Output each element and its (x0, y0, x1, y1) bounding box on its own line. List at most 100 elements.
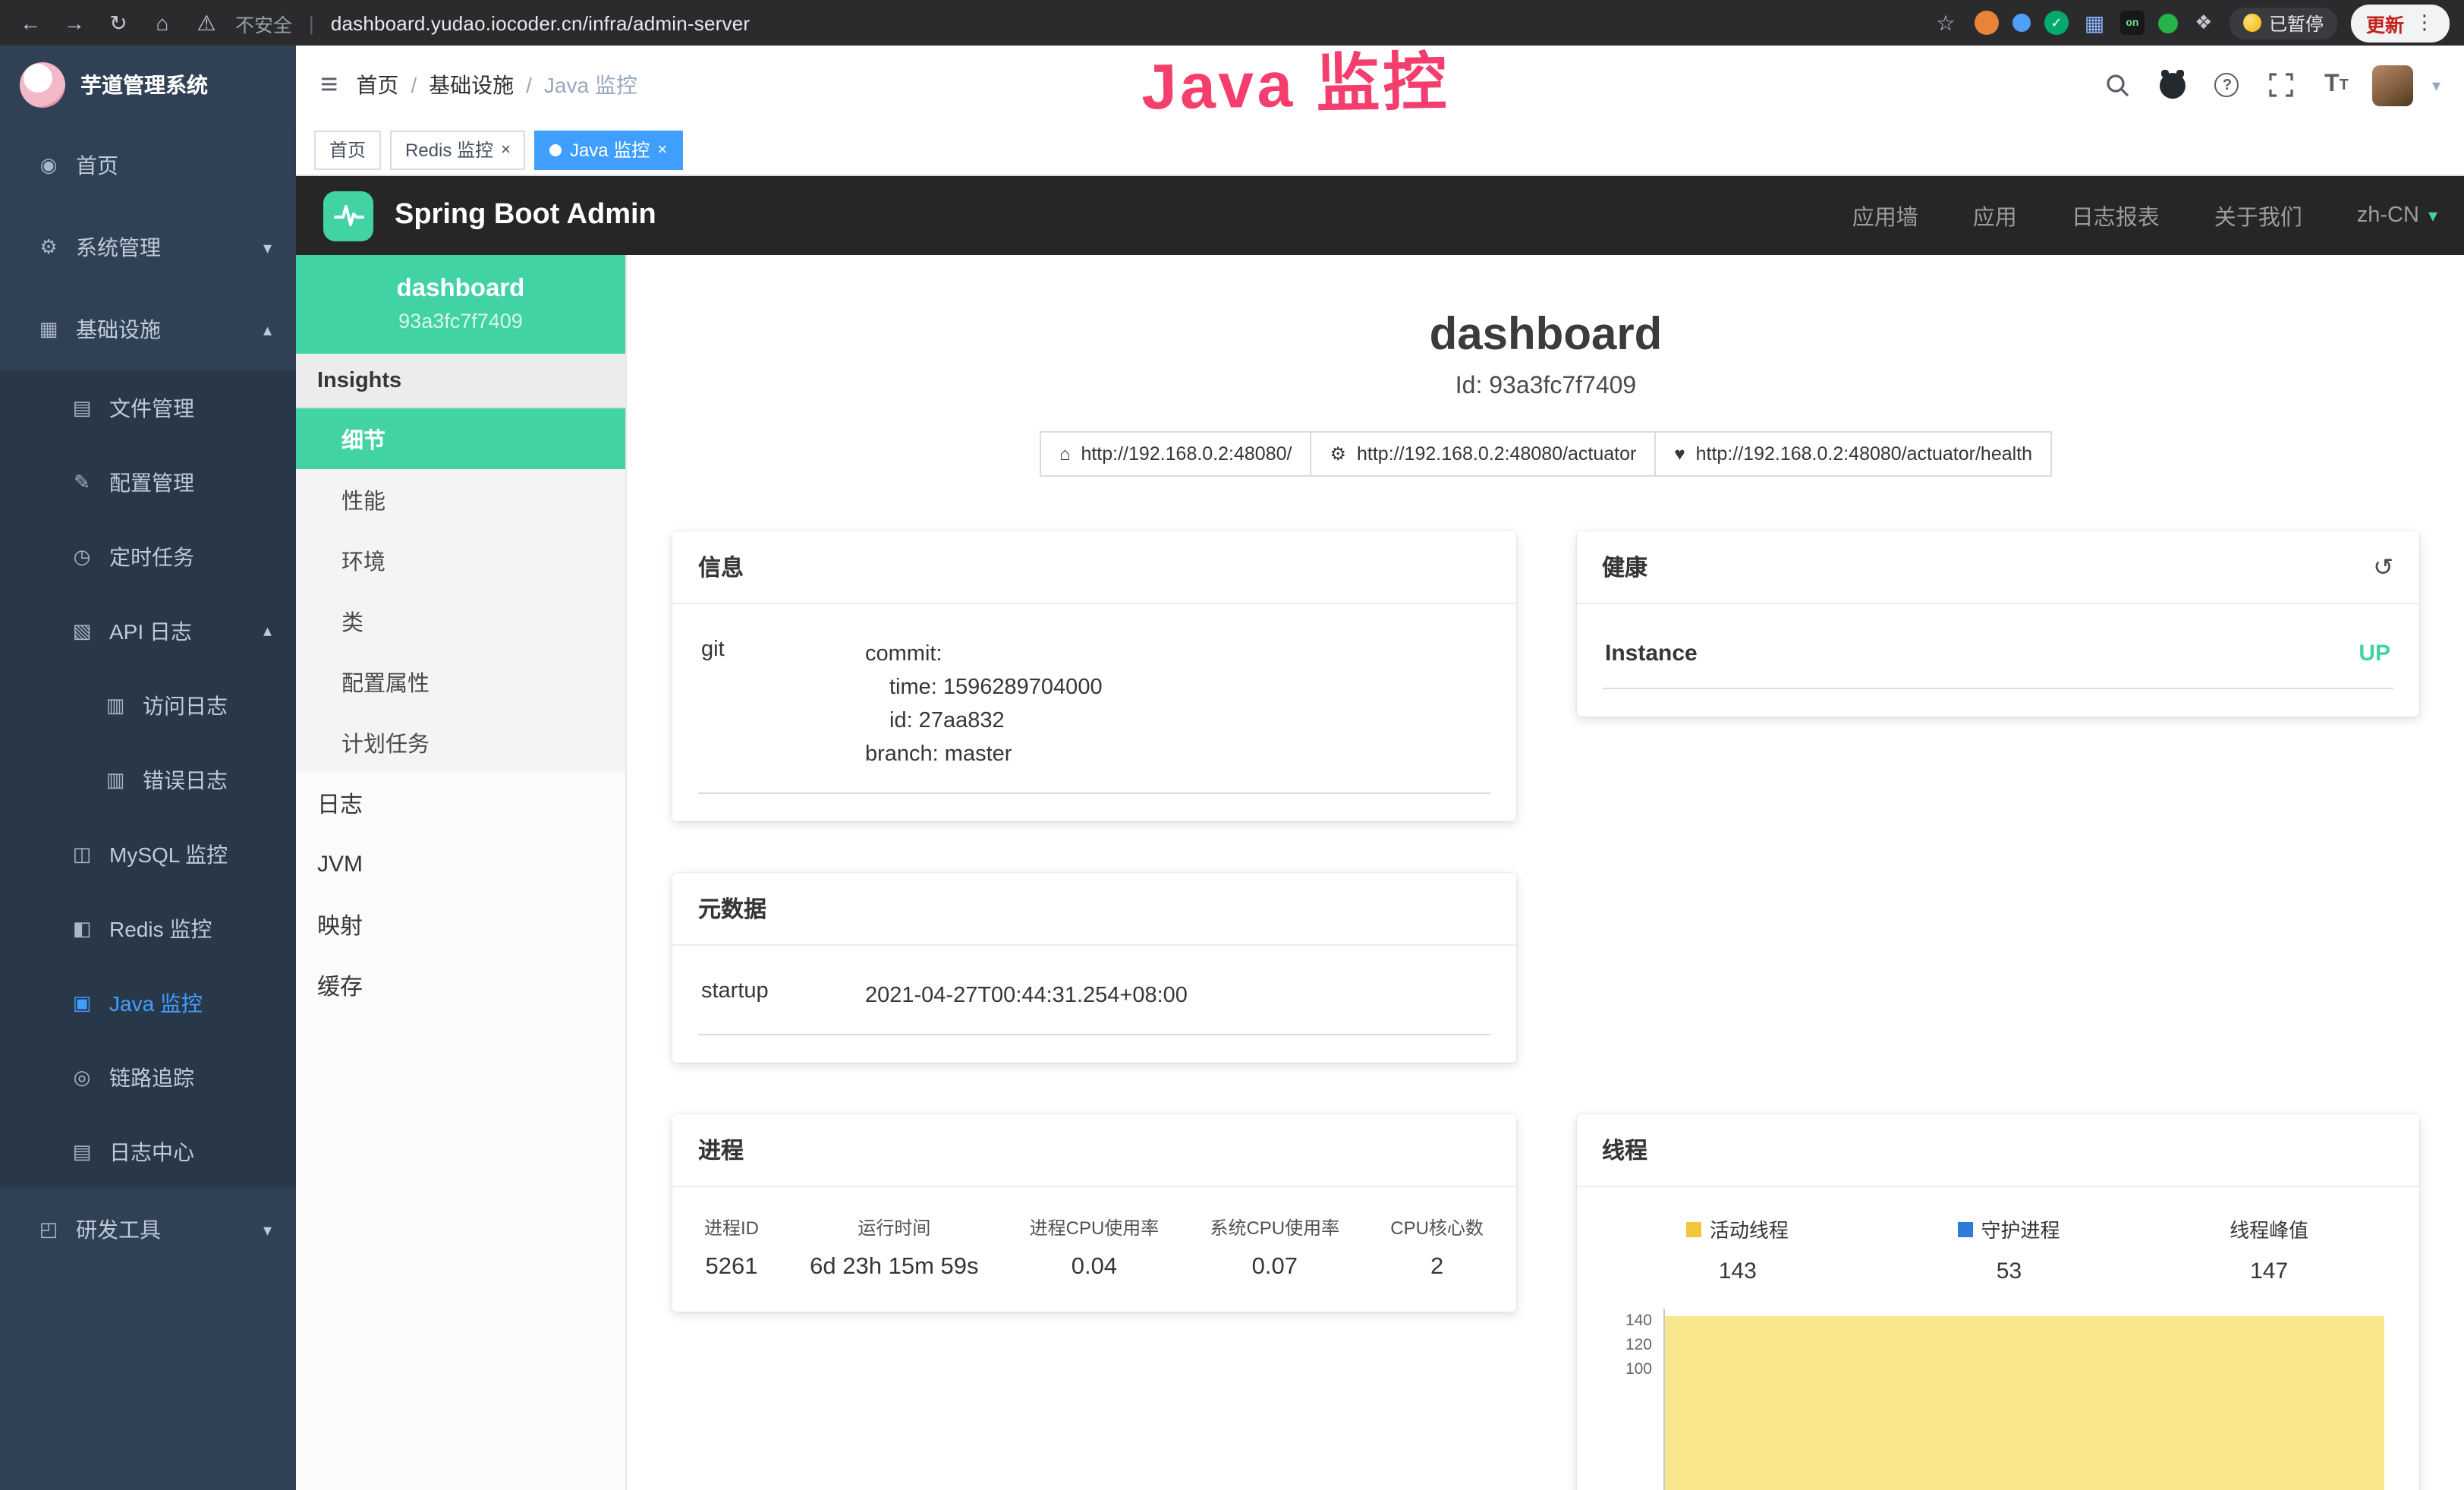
update-button[interactable]: 更新 ⋮ (2351, 4, 2450, 42)
database-icon: ◫ (70, 842, 94, 866)
metric-label: 进程CPU使用率 (1030, 1214, 1160, 1240)
sba-menu-logs[interactable]: 日志 (296, 773, 625, 833)
address-divider: | (309, 11, 314, 34)
sba-menu-mappings[interactable]: 映射 (296, 894, 625, 955)
sidebar-item-redis-monitor[interactable]: ◧ Redis 监控 (0, 891, 296, 966)
infra-icon: ▦ (36, 317, 61, 342)
help-icon[interactable]: ? (2209, 67, 2245, 103)
browser-menu-icon[interactable]: ⋮ (2415, 11, 2434, 35)
paused-badge[interactable]: 已暂停 (2230, 7, 2337, 39)
github-icon[interactable] (2154, 67, 2191, 103)
sidebar-item-trace[interactable]: ◎ 链路追踪 (0, 1040, 296, 1114)
on-badge-extension-icon[interactable]: on (2120, 11, 2145, 35)
sidebar-item-label: Java 监控 (109, 988, 203, 1018)
health-url-link[interactable]: ♥ http://192.168.0.2:48080/actuator/heal… (1654, 431, 2052, 477)
metric-value: 2 (1390, 1254, 1484, 1281)
sba-logo-icon[interactable] (323, 191, 373, 241)
git-commit-line: commit: (865, 638, 1487, 671)
sidebar-item-infra[interactable]: ▦ 基础设施 ▴ (0, 288, 296, 370)
sba-menu-jvm[interactable]: JVM (296, 833, 625, 894)
teal-extension-icon[interactable]: ✓ (2044, 11, 2069, 35)
font-size-icon[interactable]: TT (2318, 67, 2355, 103)
screenshot-annotation: Java 监控 (1141, 30, 1450, 128)
close-icon[interactable]: × (657, 140, 667, 159)
sba-nav-applications[interactable]: 应用 (1973, 200, 2017, 232)
sba-brand-title[interactable]: Spring Boot Admin (395, 199, 656, 232)
health-card-header: 健康 ↺ (1576, 531, 2419, 604)
tab-redis-monitor[interactable]: Redis 监控 × (390, 130, 526, 169)
drop-extension-icon[interactable] (2012, 14, 2031, 32)
process-card-header: 进程 (672, 1114, 1515, 1187)
sidebar-item-label: 错误日志 (143, 764, 228, 795)
home-icon: ⌂ (1059, 443, 1071, 465)
warning-icon: ⚠ (191, 10, 222, 36)
search-icon[interactable] (2100, 67, 2136, 103)
user-avatar[interactable] (2373, 65, 2414, 106)
sidebar-item-dev-tools[interactable]: ◰ 研发工具 ▾ (0, 1189, 296, 1271)
sidebar-item-scheduled-tasks[interactable]: ◷ 定时任务 (0, 519, 296, 594)
breadcrumb-home[interactable]: 首页 (356, 70, 398, 100)
breadcrumb-infra[interactable]: 基础设施 (429, 70, 514, 100)
metadata-card-header: 元数据 (672, 873, 1515, 946)
sba-content: dashboard Id: 93a3fc7f7409 ⌂ http://192.… (627, 255, 2464, 1490)
sidebar-item-java-monitor[interactable]: ▣ Java 监控 (0, 966, 296, 1040)
fullscreen-icon[interactable] (2264, 67, 2300, 103)
sidebar-item-access-logs[interactable]: ▥ 访问日志 (0, 668, 296, 742)
actuator-url-link[interactable]: ⚙ http://192.168.0.2:48080/actuator (1310, 431, 1656, 477)
metadata-card: 元数据 startup 2021-04-27T00:44:31.254+08:0… (672, 873, 1515, 1063)
toolbox-icon: ◰ (36, 1218, 61, 1242)
monitor-icon: ▣ (70, 991, 94, 1015)
sba-language-value: zh-CN (2357, 203, 2419, 228)
close-icon[interactable]: × (501, 140, 511, 159)
bookmark-star-icon[interactable]: ☆ (1931, 10, 1961, 36)
sba-menu-configprops[interactable]: 配置属性 (296, 651, 625, 712)
apps-grid-extension-icon[interactable]: ▦ (2082, 11, 2107, 35)
avatar-caret-icon[interactable]: ▾ (2432, 75, 2440, 95)
history-icon[interactable]: ↺ (2373, 552, 2393, 582)
chevron-up-icon: ▴ (263, 320, 272, 339)
sidebar-item-system[interactable]: ⚙ 系统管理 ▾ (0, 206, 296, 288)
sba-menu-metrics[interactable]: 性能 (296, 469, 625, 530)
sba-menu-details[interactable]: 细节 (296, 408, 625, 469)
sba-instance-header[interactable]: dashboard 93a3fc7f7409 (296, 255, 625, 354)
sidebar-item-log-center[interactable]: ▤ 日志中心 (0, 1114, 296, 1189)
edit-icon: ✎ (70, 470, 94, 494)
sidebar-item-mysql-monitor[interactable]: ◫ MySQL 监控 (0, 817, 296, 891)
tab-home[interactable]: 首页 (314, 130, 381, 169)
sidebar-item-label: 链路追踪 (109, 1062, 194, 1092)
sidebar-item-file-management[interactable]: ▤ 文件管理 (0, 370, 296, 445)
refresh-icon[interactable]: ↻ (103, 10, 134, 36)
sidebar-item-home[interactable]: ◉ 首页 (0, 124, 296, 206)
tab-java-monitor[interactable]: Java 监控 × (535, 130, 682, 169)
url-bar[interactable]: dashboard.yudao.iocoder.cn/infra/admin-s… (331, 11, 750, 34)
sidebar-item-api-logs[interactable]: ▧ API 日志 ▴ (0, 594, 296, 668)
sba-menu-scheduledtasks[interactable]: 计划任务 (296, 712, 625, 773)
hamburger-icon[interactable]: ≡ (320, 70, 338, 100)
sba-nav-wallboard[interactable]: 应用墙 (1852, 200, 1918, 232)
log-center-icon: ▤ (70, 1139, 94, 1164)
sidebar-item-error-logs[interactable]: ▥ 错误日志 (0, 742, 296, 817)
metric-value: 6d 23h 15m 59s (810, 1254, 978, 1281)
metric-value: 0.07 (1210, 1254, 1339, 1281)
sba-nav-journal[interactable]: 日志报表 (2072, 200, 2160, 232)
leaf-extension-icon[interactable] (2158, 13, 2178, 33)
sba-menu-caches[interactable]: 缓存 (296, 955, 625, 1016)
legend-label: 守护进程 (1981, 1214, 2060, 1243)
back-icon[interactable]: ← (15, 11, 46, 35)
sba-menu-section-insights[interactable]: Insights (296, 354, 625, 408)
app-logo[interactable]: 芋道管理系统 (0, 46, 296, 124)
sba-nav-about[interactable]: 关于我们 (2214, 200, 2302, 232)
sidebar-item-config-management[interactable]: ✎ 配置管理 (0, 445, 296, 519)
sba-menu-classes[interactable]: 类 (296, 591, 625, 651)
home-icon[interactable]: ⌂ (147, 11, 178, 35)
sba-menu-environment[interactable]: 环境 (296, 530, 625, 591)
sidebar-item-label: Redis 监控 (109, 913, 212, 943)
sidebar-item-label: 首页 (76, 150, 118, 181)
info-card-title: 信息 (698, 551, 744, 583)
extensions-puzzle-icon[interactable]: ❖ (2192, 11, 2216, 35)
forward-icon[interactable]: → (59, 11, 90, 35)
sba-language-select[interactable]: zh-CN ▾ (2357, 203, 2437, 228)
health-url-label: http://192.168.0.2:48080/actuator/health (1696, 443, 2032, 465)
fox-extension-icon[interactable] (1975, 11, 1999, 35)
service-url-link[interactable]: ⌂ http://192.168.0.2:48080/ (1040, 431, 1312, 477)
